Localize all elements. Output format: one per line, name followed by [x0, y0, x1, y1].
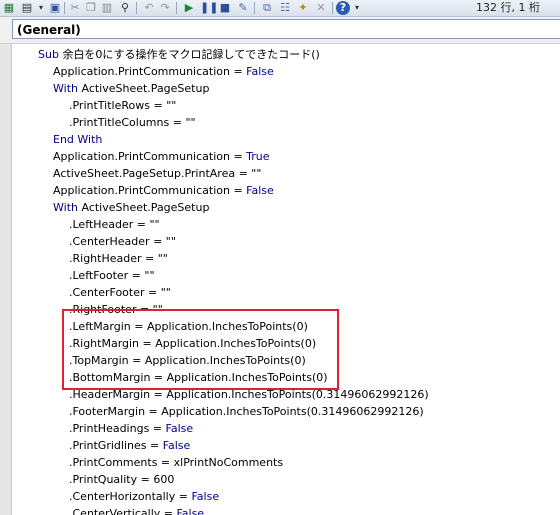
code-token: .LeftMargin = Application.InchesToPoints… [69, 320, 308, 333]
code-token: .TopMargin = Application.InchesToPoints(… [69, 354, 306, 367]
code-line[interactable]: With ActiveSheet.PageSetup [53, 80, 209, 97]
code-line[interactable]: .RightMargin = Application.InchesToPoint… [69, 335, 316, 352]
code-line[interactable]: .TopMargin = Application.InchesToPoints(… [69, 352, 306, 369]
code-token: .PrintTitleColumns = "" [69, 116, 196, 129]
code-token: .RightFooter = "" [69, 303, 163, 316]
standard-toolbar: ▦ ▤ ▾ ▣ ✂ ❐ ▥ ⚲ ↶ ↷ ▶ ❚❚ ■ ✎ ⧉ ☷ ✦ ✕ ? ▾… [0, 0, 560, 17]
break-icon[interactable]: ❚❚ [200, 1, 218, 15]
undo-icon[interactable]: ↶ [142, 1, 156, 15]
toolbox-icon[interactable]: ✕ [314, 1, 328, 15]
keyword-token: False [246, 184, 274, 197]
object-combobox[interactable]: (General) [12, 19, 560, 39]
code-line[interactable]: With ActiveSheet.PageSetup [53, 199, 209, 216]
code-token: .LeftFooter = "" [69, 269, 155, 282]
code-token: .BottomMargin = Application.InchesToPoin… [69, 371, 328, 384]
design-mode-icon[interactable]: ✎ [236, 1, 250, 15]
dropdown-arrow-icon[interactable]: ▾ [34, 1, 48, 15]
code-line[interactable]: .CenterVertically = False [69, 505, 204, 515]
code-line[interactable]: .HeaderMargin = Application.InchesToPoin… [69, 386, 429, 403]
code-token: ActiveSheet.PageSetup [77, 201, 210, 214]
code-token: .PrintHeadings = [69, 422, 166, 435]
code-token: Application.PrintCommunication = [53, 150, 247, 163]
code-line[interactable]: .PrintHeadings = False [69, 420, 193, 437]
code-token: .LeftHeader = "" [69, 218, 160, 231]
reset-icon[interactable]: ■ [218, 1, 232, 15]
code-token: .FooterMargin = Application.InchesToPoin… [69, 405, 424, 418]
keyword-token: End With [53, 133, 103, 146]
code-line[interactable]: .RightHeader = "" [69, 250, 168, 267]
code-line[interactable]: ActiveSheet.PageSetup.PrintArea = "" [53, 165, 261, 182]
code-token: .RightMargin = Application.InchesToPoint… [69, 337, 317, 350]
code-line[interactable]: .PrintGridlines = False [69, 437, 190, 454]
object-browser-icon[interactable]: ✦ [296, 1, 310, 15]
code-line[interactable]: End With [53, 131, 102, 148]
cursor-position-status: 132 行, 1 桁 [476, 1, 540, 14]
code-line[interactable]: .CenterHeader = "" [69, 233, 176, 250]
code-line[interactable]: .LeftHeader = "" [69, 216, 160, 233]
code-line[interactable]: .LeftFooter = "" [69, 267, 155, 284]
code-line[interactable]: .LeftMargin = Application.InchesToPoints… [69, 318, 308, 335]
keyword-token: Sub [38, 48, 63, 61]
keyword-token: False [176, 507, 205, 515]
cut-icon[interactable]: ✂ [68, 1, 82, 15]
keyword-token: With [53, 201, 78, 214]
code-line[interactable]: .BottomMargin = Application.InchesToPoin… [69, 369, 328, 386]
code-token: .RightHeader = "" [69, 252, 168, 265]
code-token: .PrintGridlines = [69, 439, 163, 452]
code-line[interactable]: Sub 余白を0にする操作をマクロ記録してできたコード() [38, 46, 320, 63]
code-line[interactable]: .PrintTitleRows = "" [69, 97, 176, 114]
keyword-token: True [246, 150, 270, 163]
code-token: .CenterVertically = [69, 507, 177, 515]
margin-indicator-bar[interactable] [0, 44, 12, 515]
code-token: Application.PrintCommunication = [53, 65, 247, 78]
code-token: ActiveSheet.PageSetup.PrintArea = "" [53, 167, 262, 180]
code-token: ActiveSheet.PageSetup [77, 82, 210, 95]
code-token: .HeaderMargin = Application.InchesToPoin… [69, 388, 429, 401]
code-line[interactable]: .PrintTitleColumns = "" [69, 114, 196, 131]
code-line[interactable]: Application.PrintCommunication = False [53, 63, 274, 80]
keyword-token: False [165, 422, 194, 435]
code-line[interactable]: Application.PrintCommunication = True [53, 148, 270, 165]
code-token: .PrintTitleRows = "" [69, 99, 177, 112]
code-token: .PrintComments = xlPrintNoComments [69, 456, 284, 469]
code-line[interactable]: .RightFooter = "" [69, 301, 163, 318]
keyword-token: False [162, 439, 191, 452]
code-line[interactable]: .PrintQuality = 600 [69, 471, 174, 488]
code-token: .CenterHorizontally = [69, 490, 192, 503]
code-token: .CenterFooter = "" [69, 286, 171, 299]
keyword-token: False [246, 65, 274, 78]
code-line[interactable]: .CenterHorizontally = False [69, 488, 219, 505]
object-procedure-bar: (General) [0, 17, 560, 44]
keyword-token: False [191, 490, 220, 503]
save-icon[interactable]: ▣ [48, 1, 62, 15]
redo-icon[interactable]: ↷ [158, 1, 172, 15]
toolbar-options-icon[interactable]: ▾ [350, 1, 364, 15]
properties-window-icon[interactable]: ☷ [278, 1, 292, 15]
insert-module-icon[interactable]: ▤ [20, 1, 34, 15]
code-line[interactable]: Application.PrintCommunication = False [53, 182, 274, 199]
code-line[interactable]: .PrintComments = xlPrintNoComments [69, 454, 283, 471]
run-icon[interactable]: ▶ [182, 1, 196, 15]
code-editor[interactable]: Sub 余白を0にする操作をマクロ記録してできたコード() Application… [12, 44, 560, 515]
code-token: .PrintQuality = 600 [69, 473, 175, 486]
keyword-token: With [53, 82, 78, 95]
code-line[interactable]: .FooterMargin = Application.InchesToPoin… [69, 403, 424, 420]
code-token: Application.PrintCommunication = [53, 184, 247, 197]
code-token: .CenterHeader = "" [69, 235, 176, 248]
project-explorer-icon[interactable]: ⧉ [260, 1, 274, 15]
code-line[interactable]: .CenterFooter = "" [69, 284, 171, 301]
code-token: 余白を0にする操作をマクロ記録してできたコード() [62, 48, 320, 61]
help-icon[interactable]: ? [336, 1, 350, 15]
find-icon[interactable]: ⚲ [118, 1, 132, 15]
excel-view-icon[interactable]: ▦ [2, 1, 16, 15]
paste-icon[interactable]: ▥ [100, 1, 114, 15]
copy-icon[interactable]: ❐ [84, 1, 98, 15]
